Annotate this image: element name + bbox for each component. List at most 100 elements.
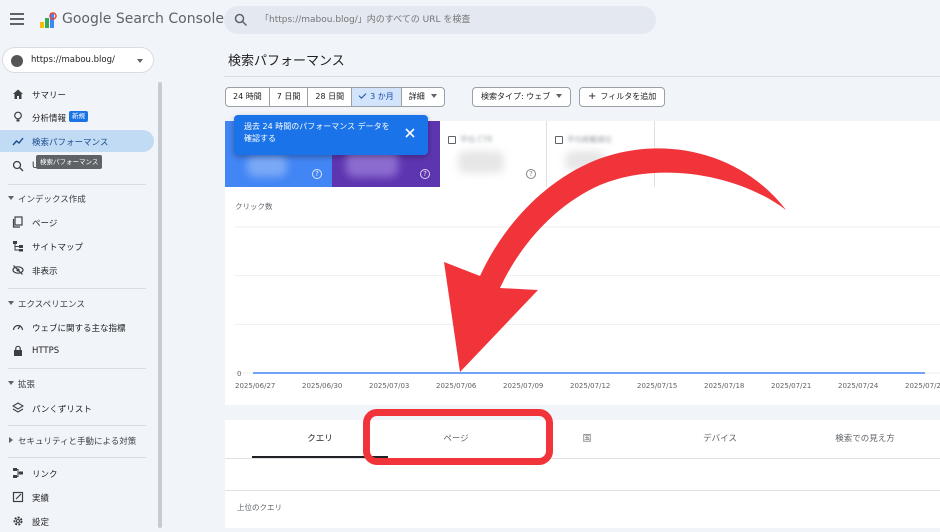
sidebar-item-label: リンク [32,470,58,480]
add-filter-chip[interactable]: + フィルタを追加 [579,87,666,107]
search-type-label: 検索タイプ: ウェブ [481,92,551,101]
caret-down-icon [8,301,14,305]
section-label: インデックス作成 [18,195,86,205]
sidebar-item-achievements[interactable]: 実績 [0,486,154,508]
section-index[interactable]: インデックス作成 [0,188,154,208]
sidebar-scrollbar[interactable] [158,82,162,528]
sidebar-item-breadcrumbs[interactable]: パンくずリスト [0,397,154,419]
clicks-chart: 0 2025/06/27 2025/06/30 2025/07/03 2025/07/0… [235,226,940,390]
url-inspect-search[interactable] [224,6,656,34]
date-range-selector: 24 時間 7 日間 28 日間 3 か月 詳細 [225,87,445,107]
home-icon [13,89,23,99]
chart-x-tick-label: 2025/07/18 [704,382,744,390]
eye-off-icon [12,265,24,275]
sidebar-item-label: ページ [32,219,58,229]
blurred-value [565,151,605,171]
divider [224,76,940,77]
help-icon[interactable]: ? [420,169,430,179]
metric-label: 平均掲載順位 [567,135,612,144]
sidebar-item-label: パンくずリスト [32,405,92,415]
sidebar-item-links[interactable]: リンク [0,462,154,484]
info-popup-text: 過去 24 時間のパフォーマンス データを確認する [244,122,390,143]
chart-x-tick-label: 2025/06/30 [302,382,342,390]
section-enhancements[interactable]: 拡張 [0,373,154,393]
section-security[interactable]: セキュリティと手動による対策 [0,430,154,450]
sidebar-item-label: 実績 [32,494,50,504]
chart-x-tick-label: 2025/07/21 [771,382,811,390]
tab-device[interactable]: デバイス [650,420,790,458]
sidebar-item-removals[interactable]: 非表示 [0,259,154,281]
menu-icon[interactable] [10,13,24,25]
range-24h[interactable]: 24 時間 [226,88,270,106]
range-3m[interactable]: 3 か月 [352,88,402,106]
sidebar-item-summary[interactable]: サマリー [0,83,154,105]
sitemap-icon [13,241,23,252]
sidebar-item-core-web-vitals[interactable]: ウェブに関する主な指標 [0,316,154,338]
sidebar-item-https[interactable]: HTTPS [0,340,154,362]
section-experience[interactable]: エクスペリエンス [0,293,154,313]
search-icon [12,160,24,172]
sidebar-tooltip: 検索パフォーマンス [36,155,103,169]
search-type-chip[interactable]: 検索タイプ: ウェブ [472,87,572,107]
url-inspect-input[interactable] [260,6,650,34]
sidebar-item-label: サイトマップ [32,243,84,253]
range-7d[interactable]: 7 日間 [270,88,309,106]
range-28d[interactable]: 28 日間 [308,88,353,106]
table-caption: 上位のクエリ [237,503,282,512]
sidebar-item-insights[interactable]: 分析情報 新規 [0,106,154,128]
check-icon [358,91,367,99]
app-title[interactable]: Google Search Console [62,11,224,27]
divider [225,458,940,459]
tab-search-appearance[interactable]: 検索での見え方 [790,420,940,458]
trending-up-icon [12,137,24,146]
sidebar-item-pages[interactable]: ページ [0,211,154,233]
divider [8,457,146,458]
lock-icon [14,345,22,356]
metric-label: 平均 CTR [460,135,493,144]
checkbox[interactable] [448,136,456,144]
caret-right-icon [9,437,13,443]
sidebar-item-label: サマリー [32,91,67,101]
sidebar-item-label: 設定 [32,518,50,528]
caret-down-icon [430,94,437,98]
checkbox[interactable] [555,136,563,144]
sidebar-item-sitemaps[interactable]: サイトマップ [0,235,154,257]
chart-card: クリック数 0 2025/06/27 2025/06/30 2025/07/03 202… [225,187,940,405]
dimension-tabs-card: クエリ ページ 国 デバイス 検索での見え方 上位のクエリ [225,420,940,528]
sidebar-item-label: 検索パフォーマンス [32,138,109,148]
sidebar-item-label: ウェブに関する主な指標 [32,324,126,334]
divider [8,425,146,426]
caret-down-icon [556,94,563,98]
help-icon[interactable]: ? [526,169,536,179]
sidebar-item-performance[interactable]: 検索パフォーマンス [0,130,154,152]
chart-y-tick-label: 0 [237,370,241,378]
chart-x-tick-label: 2025/07/12 [570,382,610,390]
property-selector[interactable]: https://mabou.blog/ [2,47,154,73]
divider [8,288,146,289]
property-label: https://mabou.blog/ [31,55,115,65]
divider [8,368,146,369]
caret-down-icon [8,196,14,200]
chart-x-tick-label: 2025/06/27 [235,382,275,390]
metric-position[interactable]: 平均掲載順位 [547,121,655,187]
close-icon[interactable] [404,127,416,139]
chart-x-tick-label: 2025/07/09 [503,382,543,390]
page-title: 検索パフォーマンス [228,54,345,69]
section-label: 拡張 [18,380,36,390]
section-label: エクスペリエンス [18,300,85,310]
sidebar-item-settings[interactable]: 設定 [0,510,154,532]
chart-x-tick-label: 2025/07/06 [436,382,477,390]
info-popup: 過去 24 時間のパフォーマンス データを確認する [234,115,428,155]
search-icon [234,13,248,27]
add-filter-label: フィルタを追加 [600,92,657,101]
pages-icon [12,216,23,228]
metric-ctr[interactable]: 平均 CTR ? [440,121,547,187]
help-icon[interactable]: ? [312,169,322,179]
range-custom[interactable]: 詳細 [402,88,444,106]
chart-x-tick-label: 2025/07/24 [838,382,879,390]
divider [225,490,940,491]
chart-x-tick-label: 2025/07/15 [637,382,677,390]
link-icon [13,468,23,478]
sidebar: https://mabou.blog/ サマリー 分析情報 新規 検索パフォーマ… [0,42,162,528]
external-icon [12,491,24,503]
